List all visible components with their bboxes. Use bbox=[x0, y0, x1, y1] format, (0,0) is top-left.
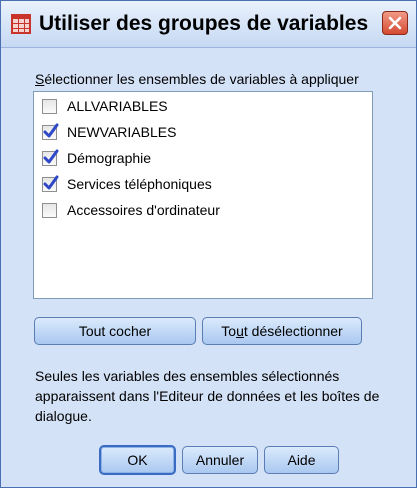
cancel-button[interactable]: Annuler bbox=[182, 446, 258, 474]
button-text-end: t désélectionner bbox=[243, 323, 343, 339]
label-text: électionner les ensembles de variables à… bbox=[44, 71, 359, 87]
list-item[interactable]: ALLVARIABLES bbox=[42, 95, 168, 117]
checkbox[interactable] bbox=[42, 123, 59, 140]
list-item[interactable]: NEWVARIABLES bbox=[42, 121, 176, 143]
select-all-button[interactable]: Tout cocher bbox=[34, 317, 196, 345]
list-item-label: ALLVARIABLES bbox=[67, 98, 168, 114]
spreadsheet-icon bbox=[11, 14, 31, 34]
info-text: Seules les variables des ensembles sélec… bbox=[35, 368, 380, 424]
mnemonic-letter: S bbox=[35, 71, 45, 87]
close-button[interactable] bbox=[382, 11, 408, 35]
ok-button[interactable]: OK bbox=[99, 445, 176, 475]
checkmark-icon bbox=[43, 149, 59, 163]
checkbox[interactable] bbox=[42, 202, 57, 218]
deselect-all-button[interactable]: To u t désélectionner bbox=[202, 317, 362, 345]
checkbox[interactable] bbox=[42, 175, 59, 192]
list-item[interactable]: Accessoires d'ordinateur bbox=[42, 199, 220, 221]
list-item-label: Accessoires d'ordinateur bbox=[67, 202, 220, 218]
mnemonic-letter: u bbox=[236, 323, 244, 339]
close-icon bbox=[388, 16, 402, 30]
checkmark-icon bbox=[43, 123, 59, 137]
variable-sets-label: Sélectionner les ensembles de variables … bbox=[35, 71, 359, 87]
dialog-title: Utiliser des groupes de variables bbox=[39, 12, 369, 35]
checkbox[interactable] bbox=[42, 98, 57, 114]
list-item-label: Démographie bbox=[67, 150, 152, 166]
title-bar[interactable]: Utiliser des groupes de variables bbox=[1, 1, 416, 48]
checkmark-icon bbox=[43, 175, 59, 189]
button-text-start: To bbox=[221, 323, 237, 339]
list-item[interactable]: Démographie bbox=[42, 147, 151, 169]
variable-sets-list[interactable]: ALLVARIABLES NEWVARIABLES Démographie Se… bbox=[33, 91, 373, 299]
dialog-window: Utiliser des groupes de variables Sélect… bbox=[0, 0, 417, 488]
list-item-label: NEWVARIABLES bbox=[67, 124, 177, 140]
help-button[interactable]: Aide bbox=[264, 446, 339, 474]
checkbox[interactable] bbox=[42, 149, 59, 166]
list-item[interactable]: Services téléphoniques bbox=[42, 173, 212, 195]
list-item-label: Services téléphoniques bbox=[67, 176, 212, 192]
